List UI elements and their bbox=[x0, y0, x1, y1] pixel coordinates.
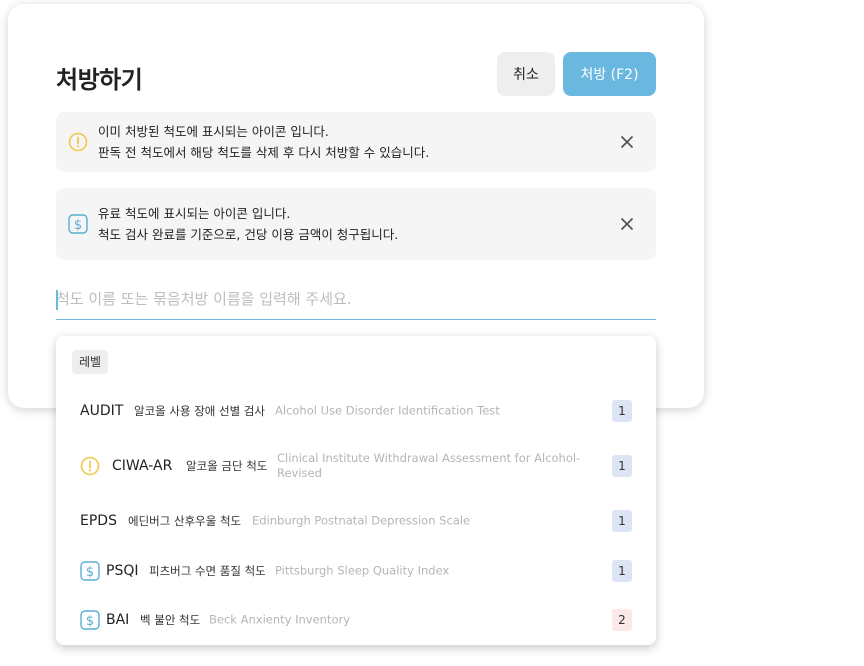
scale-korean-name: 알코올 사용 장애 선별 검사 bbox=[134, 404, 266, 418]
result-item-bai[interactable]: $ BAI 벡 불안 척도 Beck Anxienty Inventory 2 bbox=[56, 595, 656, 645]
scale-korean-name: 벡 불안 척도 bbox=[140, 613, 201, 627]
level-badge: 1 bbox=[612, 400, 632, 422]
notice-paid: $ 유료 척도에 표시되는 아이콘 입니다. 척도 검사 완료를 기준으로, 건… bbox=[56, 188, 656, 260]
notice-text: 이미 처방된 척도에 표시되는 아이콘 입니다. 판독 전 척도에서 해당 척도… bbox=[98, 121, 429, 163]
dollar-icon: $ bbox=[80, 610, 100, 630]
close-icon[interactable] bbox=[620, 217, 634, 231]
level-badge: 1 bbox=[612, 510, 632, 532]
svg-text:$: $ bbox=[86, 565, 94, 580]
scale-korean-name: 피츠버그 수면 품질 척도 bbox=[149, 564, 266, 578]
notice-line: 이미 처방된 척도에 표시되는 아이콘 입니다. bbox=[98, 124, 329, 139]
result-item-epds[interactable]: EPDS 에딘버그 산후우울 척도 Edinburgh Postnatal De… bbox=[56, 496, 656, 546]
notice-line: 판독 전 척도에서 해당 척도를 삭제 후 다시 처방할 수 있습니다. bbox=[98, 145, 430, 160]
scale-abbr: CIWA-AR bbox=[112, 458, 173, 474]
modal-title: 처방하기 bbox=[56, 66, 143, 94]
search-results-dropdown: 레벨 AUDIT 알코올 사용 장애 선별 검사 Alcohol Use Dis… bbox=[56, 336, 656, 645]
notice-line: 척도 검사 완료를 기준으로, 건당 이용 금액이 청구됩니다. bbox=[98, 227, 399, 242]
notice-prescribed: 이미 처방된 척도에 표시되는 아이콘 입니다. 판독 전 척도에서 해당 척도… bbox=[56, 112, 656, 172]
scale-english-name: Clinical Institute Withdrawal Assessment… bbox=[277, 451, 581, 480]
notice-line: 유료 척도에 표시되는 아이콘 입니다. bbox=[98, 206, 291, 221]
warning-circle-icon bbox=[80, 456, 100, 476]
text-caret bbox=[56, 290, 58, 310]
search-input[interactable] bbox=[56, 284, 656, 314]
scale-abbr: BAI bbox=[106, 612, 130, 628]
result-item-audit[interactable]: AUDIT 알코올 사용 장애 선별 검사 Alcohol Use Disord… bbox=[56, 386, 656, 436]
result-item-ciwa-ar[interactable]: CIWA-AR 알코올 금단 척도 Clinical Institute Wit… bbox=[56, 441, 656, 491]
scale-korean-name: 에딘버그 산후우울 척도 bbox=[128, 514, 242, 528]
svg-text:$: $ bbox=[74, 218, 82, 233]
notice-text: 유료 척도에 표시되는 아이콘 입니다. 척도 검사 완료를 기준으로, 건당 … bbox=[98, 203, 398, 245]
prescribe-button[interactable]: 처방 (F2) bbox=[563, 52, 656, 96]
scale-english-name: Edinburgh Postnatal Depression Scale bbox=[252, 513, 471, 528]
scale-english-name: Alcohol Use Disorder Identification Test bbox=[275, 403, 500, 418]
svg-text:$: $ bbox=[86, 614, 94, 629]
level-badge: 1 bbox=[612, 560, 632, 582]
scale-english-name: Beck Anxienty Inventory bbox=[209, 612, 351, 627]
close-icon[interactable] bbox=[620, 135, 634, 149]
level-badge: 2 bbox=[612, 609, 632, 631]
scale-abbr: PSQI bbox=[106, 563, 139, 579]
scale-english-name: Pittsburgh Sleep Quality Index bbox=[275, 563, 450, 578]
scale-abbr: AUDIT bbox=[80, 403, 124, 419]
scale-abbr: EPDS bbox=[80, 513, 117, 529]
dollar-icon: $ bbox=[80, 561, 100, 581]
dollar-icon: $ bbox=[68, 214, 88, 234]
result-item-psqi[interactable]: $ PSQI 피츠버그 수면 품질 척도 Pittsburgh Sleep Qu… bbox=[56, 546, 656, 596]
warning-circle-icon bbox=[68, 132, 88, 152]
scale-korean-name: 알코올 금단 척도 bbox=[186, 459, 268, 473]
scale-search bbox=[56, 284, 656, 320]
level-badge: 1 bbox=[612, 455, 632, 477]
level-label: 레벨 bbox=[72, 350, 109, 374]
cancel-button[interactable]: 취소 bbox=[497, 52, 555, 96]
